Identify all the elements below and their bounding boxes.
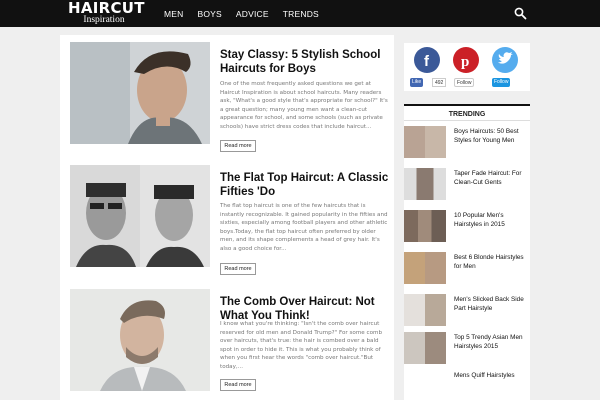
read-more-button[interactable]: Read more — [220, 379, 256, 391]
trending-title[interactable]: Men's Slicked Back Side Part Hairstyle — [454, 295, 530, 313]
trending-thumbnail[interactable] — [404, 294, 446, 326]
trending-item[interactable]: Men's Slicked Back Side Part Hairstyle — [404, 294, 530, 328]
article-title[interactable]: The Comb Over Haircut: Not What You Thin… — [220, 295, 390, 323]
nav-item-men[interactable]: MEN — [164, 9, 184, 19]
article-card: Stay Classy: 5 Stylish School Haircuts f… — [70, 42, 390, 152]
article-excerpt: The flat top haircut is one of the few h… — [220, 203, 388, 252]
twitter-follow-label: Follow — [494, 79, 509, 85]
facebook-like-button[interactable]: Like — [410, 78, 424, 87]
nav-item-trends[interactable]: TRENDS — [283, 9, 319, 19]
trending-title[interactable]: Top 5 Trendy Asian Men Hairstyles 2015 — [454, 333, 530, 351]
trending-widget: TRENDING Boys Haircuts: 50 Best Styles f… — [404, 104, 530, 400]
trending-thumbnail[interactable] — [404, 370, 446, 400]
trending-item[interactable]: Taper Fade Haircut: For Clean-Cut Gents — [404, 168, 530, 202]
twitter-follow-button[interactable]: Follow — [492, 78, 511, 87]
facebook-like-label: Like — [412, 79, 422, 85]
article-excerpt: I know what you're thinking: "Isn't the … — [220, 321, 383, 370]
article-card: The Flat Top Haircut: A Classic Fifties … — [70, 165, 390, 275]
logo-sub-text: Inspiration — [83, 15, 125, 25]
trending-title[interactable]: Best 6 Blonde Hairstyles for Men — [454, 253, 530, 271]
facebook-like-count: 492 — [432, 78, 447, 87]
article-title[interactable]: Stay Classy: 5 Stylish School Haircuts f… — [220, 48, 390, 76]
trending-title[interactable]: Boys Haircuts: 50 Best Styles for Young … — [454, 127, 530, 145]
article-thumbnail[interactable] — [70, 165, 210, 267]
pinterest-follow-label: Follow — [457, 80, 472, 86]
trending-title[interactable]: Mens Quiff Hairstyles — [454, 371, 530, 380]
trending-item[interactable]: Best 6 Blonde Hairstyles for Men — [404, 252, 530, 286]
social-widget: f p Like 492 Follow Follow — [404, 43, 530, 91]
trending-thumbnail[interactable] — [404, 168, 446, 200]
read-more-button[interactable]: Read more — [220, 263, 256, 275]
svg-text:f: f — [424, 53, 430, 70]
nav-item-boys[interactable]: BOYS — [198, 9, 222, 19]
facebook-icon[interactable]: f — [414, 47, 440, 73]
main-nav: MEN BOYS ADVICE TRENDS — [164, 0, 333, 27]
trending-item[interactable]: Top 5 Trendy Asian Men Hairstyles 2015 — [404, 332, 530, 366]
article-card: The Comb Over Haircut: Not What You Thin… — [70, 289, 390, 399]
article-thumbnail[interactable] — [70, 42, 210, 144]
pinterest-icon[interactable]: p — [453, 47, 479, 73]
nav-item-advice[interactable]: ADVICE — [236, 9, 269, 19]
logo-main-text: HAIRCUT — [68, 0, 145, 17]
article-thumbnail[interactable] — [70, 289, 210, 391]
trending-title[interactable]: 10 Popular Men's Hairstyles in 2015 — [454, 211, 530, 229]
article-excerpt: One of the most frequently asked questio… — [220, 81, 388, 130]
trending-heading: TRENDING — [404, 104, 530, 121]
pinterest-follow-button[interactable]: Follow — [454, 78, 475, 87]
trending-title[interactable]: Taper Fade Haircut: For Clean-Cut Gents — [454, 169, 530, 187]
trending-thumbnail[interactable] — [404, 210, 446, 242]
svg-text:p: p — [461, 54, 469, 70]
trending-item[interactable]: Boys Haircuts: 50 Best Styles for Young … — [404, 126, 530, 160]
trending-item[interactable]: 10 Popular Men's Hairstyles in 2015 — [404, 210, 530, 244]
article-list: Stay Classy: 5 Stylish School Haircuts f… — [60, 35, 394, 400]
twitter-icon[interactable] — [492, 47, 518, 73]
top-navbar: HAIRCUT Inspiration MEN BOYS ADVICE TREN… — [0, 0, 600, 27]
trending-thumbnail[interactable] — [404, 252, 446, 284]
trending-item[interactable]: Mens Quiff Hairstyles — [404, 370, 530, 400]
search-icon[interactable] — [514, 7, 527, 20]
read-more-button[interactable]: Read more — [220, 140, 256, 152]
site-logo[interactable]: HAIRCUT Inspiration — [68, 0, 145, 26]
article-title[interactable]: The Flat Top Haircut: A Classic Fifties … — [220, 171, 390, 199]
trending-thumbnail[interactable] — [404, 332, 446, 364]
trending-thumbnail[interactable] — [404, 126, 446, 158]
